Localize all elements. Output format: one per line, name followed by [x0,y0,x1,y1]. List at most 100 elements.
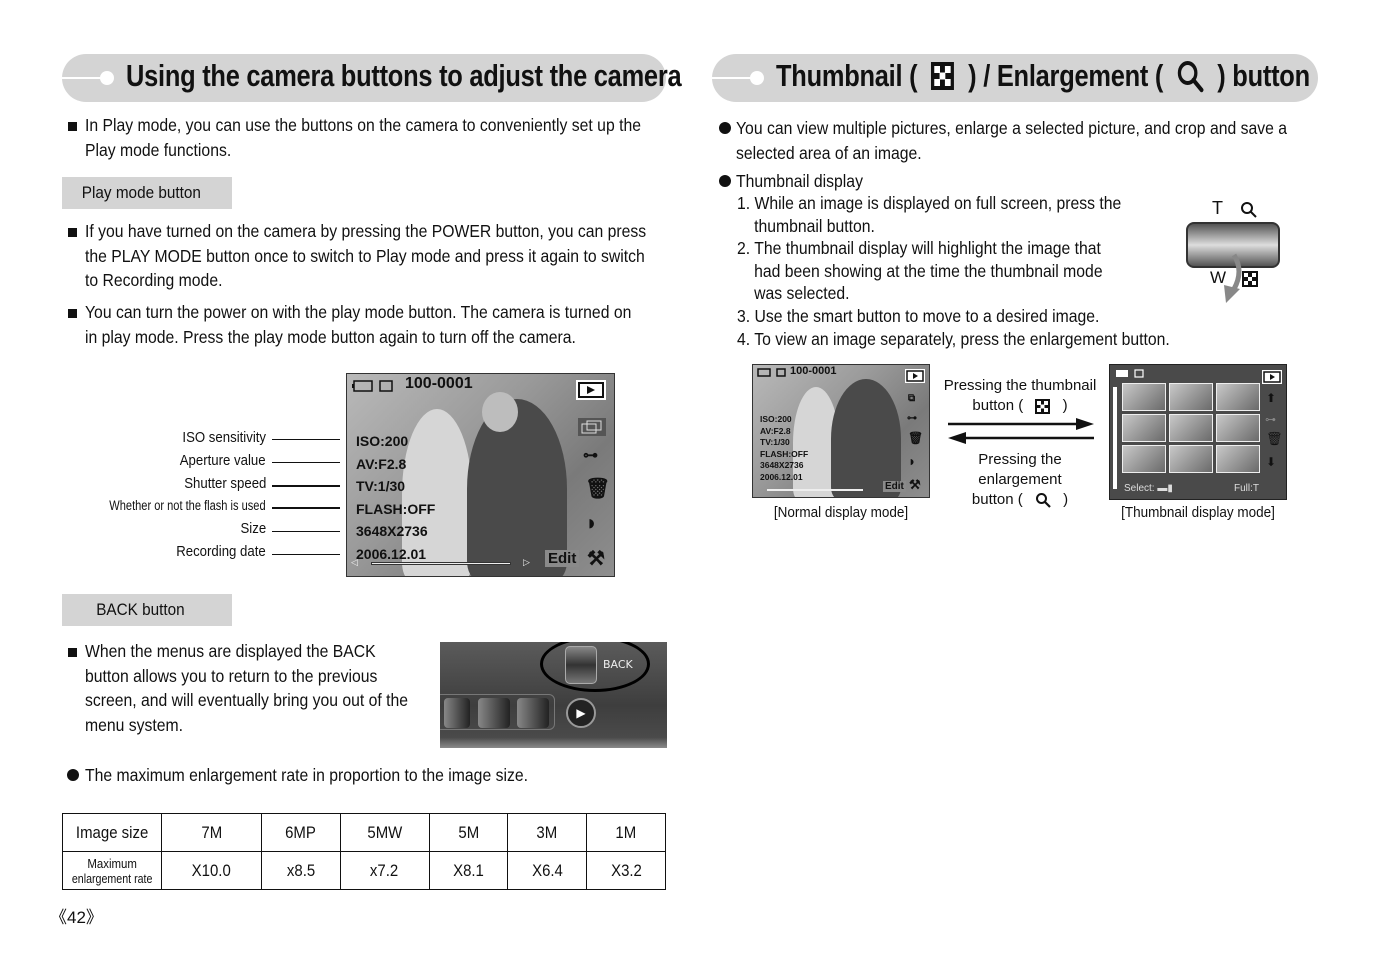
thumbnail-display-caption: [Thumbnail display mode] [1121,504,1275,521]
arrow-down-icon: ⬇ [1266,455,1277,469]
step-line: 1. While an image is displayed on full s… [737,193,1122,213]
thumbnail-item[interactable] [1169,383,1213,411]
step-line: 4. To view an image separately, press th… [737,328,1170,349]
thumbnail-item[interactable] [1216,383,1260,411]
text-line: in play mode. Press the play mode button… [85,326,576,347]
protect-key-icon: ⊶ [907,413,917,424]
cell-text: X10.0 [191,860,232,880]
thumbnail-item[interactable] [1216,414,1260,442]
magnifier-icon [1177,61,1204,93]
right-intro-paragraph: You can view multiple pictures, enlarge … [736,116,1287,165]
text-line: selected area of an image. [736,142,922,163]
text: ) [1062,397,1068,414]
text-line: button allows you to return to the previ… [85,665,378,686]
rotate-icon: ◗ [908,453,917,469]
aperture-value: AV:F2.8 [356,455,407,472]
play-mode-icon [905,369,925,383]
text-line: If you have turned on the camera by pres… [85,221,647,241]
slideshow-icon: ⧉ [908,393,916,404]
aperture-value: AV:F2.8 [760,425,791,436]
callout-line [272,485,340,487]
text-line: screen, and will eventually bring you ou… [85,690,409,710]
full-label: Full:T [1234,483,1259,494]
cell-text: x7.2 [370,860,399,880]
cell-text: X6.4 [531,860,563,880]
step-line: had been showing at the time the thumbna… [754,260,1103,281]
size-value: 3648X2736 [760,460,804,471]
cell-text: 3M [536,822,558,842]
header-dot-decoration [100,71,114,85]
cell-text: Image size [75,822,149,842]
back-paragraph: When the menus are displayed the BACK bu… [85,639,408,737]
text-line: You can view multiple pictures, enlarge … [736,118,1287,138]
cell-text: 1M [615,822,637,842]
table-cell: x7.2 [339,851,430,890]
file-number: 100-0001 [790,365,837,377]
table-row: Image size 7M 6MP 5MW 5M 3M 1M [61,813,666,852]
left-section-header: Using the camera buttons to adjust the c… [62,54,682,102]
edit-label: Edit [545,550,580,567]
left-page-title: Using the camera buttons to adjust the c… [126,58,682,93]
cell-text: 5M [458,822,479,842]
thumbnail-item[interactable] [1122,414,1166,442]
date-value: 2006.12.01 [760,471,803,482]
protect-key-icon: ⊶ [583,447,598,464]
cell-text: 7M [201,822,222,842]
shutter-value: TV:1/30 [760,437,790,448]
arrow-up-icon: ⬆ [1266,391,1277,405]
callout-line [272,554,340,555]
rotate-icon: ◗ [585,510,599,535]
thumbnail-item[interactable] [1216,445,1260,473]
enlargement-note: The maximum enlargement rate in proporti… [85,765,528,785]
section-label-text: Play mode button [81,183,201,202]
enlargement-arrow-label: Pressing the enlargement button ( ) [936,450,1104,510]
scroll-bar[interactable] [1113,387,1117,489]
zoom-lever-diagram: T W [1184,198,1284,308]
callout-aperture: Aperture value [180,452,266,469]
arrow-down-icon [1224,253,1242,303]
play-mode-button-section-label: Play mode button [62,177,232,209]
table-cell: 5M [428,813,509,852]
square-bullet [68,309,77,318]
shutter-value: TV:1/30 [356,478,406,494]
arrow-label-line: button ( ) [936,396,1104,416]
camera-button [444,698,470,728]
callout-line [272,507,340,509]
step-line: thumbnail button. [754,215,875,236]
thumbnail-item[interactable] [1169,445,1213,473]
round-bullet [67,769,79,781]
tele-label: T [1212,198,1223,218]
table-cell: X8.1 [428,851,509,890]
camera-back-photo: ▶ BACK [440,642,667,748]
cell-text: X3.2 [610,860,642,880]
battery-memory-icon [1116,369,1144,378]
thumbnail-item[interactable] [1122,445,1166,473]
back-button-section-label: BACK button [62,594,232,626]
table-cell: x8.5 [260,851,341,890]
arrow-label-line: Pressing the thumbnail [943,377,1097,394]
table-cell: X3.2 [586,851,666,890]
magnifier-icon [1035,493,1051,508]
header-line-decoration [712,77,752,79]
callout-iso: ISO sensitivity [182,429,266,446]
play-mode-icon [576,380,606,400]
magnifier-icon [1241,202,1257,218]
flash-value: FLASH:OFF [760,448,809,459]
title-part-enlargement: ) / Enlargement ( [968,58,1164,93]
iso-value: ISO:200 [760,414,792,424]
lcd-info-values: ISO:200 AV:F2.8 TV:1/30 FLASH:OFF 3648X2… [760,414,808,484]
thumbnail-item[interactable] [1122,383,1166,411]
battery-memory-icon [352,380,393,392]
cell-text: 5MW [367,822,402,842]
play-mode-paragraph-1: If you have turned on the camera by pres… [85,219,646,293]
callout-line [272,439,340,440]
page-number: 《42》 [50,908,103,927]
callout-line [272,462,340,463]
iso-value: ISO:200 [356,433,409,449]
flash-value: FLASH:OFF [356,500,436,517]
thumbnail-item[interactable] [1169,414,1213,442]
title-part-thumbnail: Thumbnail ( [776,58,918,93]
camera-button [478,698,510,728]
lcd-info-values: ISO:200 AV:F2.8 TV:1/30 FLASH:OFF 3648X2… [356,430,435,565]
highlight-circle [540,642,650,692]
